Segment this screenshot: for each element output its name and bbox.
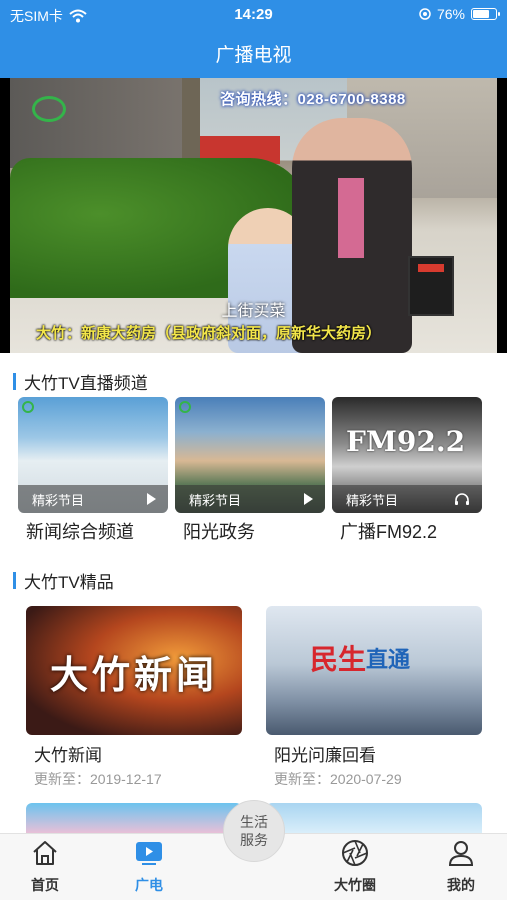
live-section-heading: 大竹TV直播频道: [13, 369, 148, 394]
page-title: 广播电视: [215, 45, 292, 66]
channel-thumbnail: 精彩节目: [18, 397, 168, 513]
rotation-lock-icon: [419, 8, 431, 20]
tab-home[interactable]: 首页: [0, 834, 90, 900]
channel-card-news[interactable]: 精彩节目 新闻综合频道: [18, 397, 168, 544]
channel-name: 阳光政务: [183, 522, 255, 542]
program-title: 阳光问廉回看: [274, 746, 376, 765]
battery-percent: 76%: [436, 6, 465, 22]
battery-icon: [471, 8, 500, 20]
program-card-review[interactable]: 民生 直通 阳光问廉回看 更新至：2020-07-29: [266, 606, 482, 789]
channel-thumbnail: 精彩节目: [175, 397, 325, 513]
program-thumbnail-subtext: 直通: [366, 647, 411, 672]
video-subtitle: 上街买菜: [221, 303, 286, 320]
program-card-partial[interactable]: [26, 803, 242, 833]
life-service-label-line2: 服务: [240, 832, 268, 848]
live-section-title: 大竹TV直播频道: [24, 374, 148, 393]
headphones-icon: [455, 493, 469, 505]
tab-mine[interactable]: 我的: [416, 834, 506, 900]
channel-card-government[interactable]: 精彩节目 阳光政务: [175, 397, 325, 544]
video-ad-caption: 大竹：新康大药房（县政府斜对面，原新华大药房）: [36, 325, 382, 342]
channel-logo-icon: [32, 96, 66, 122]
play-icon: [147, 493, 156, 505]
channel-overlay-label: 精彩节目: [346, 492, 399, 508]
program-card-news[interactable]: 大竹新闻 大竹新闻 更新至：2019-12-17: [26, 606, 242, 789]
play-icon: [304, 493, 313, 505]
tab-label: 首页: [31, 877, 59, 893]
program-thumbnail-text: 大竹新闻: [49, 652, 218, 697]
top-bar: 无SIM卡 14:29 76% 广播电视: [0, 0, 507, 78]
tab-broadcast[interactable]: 广电: [104, 834, 194, 900]
channel-thumbnail: FM92.2 精彩节目: [332, 397, 482, 513]
channel-name: 新闻综合频道: [26, 522, 134, 542]
program-updated: 更新至：2019-12-17: [34, 771, 162, 787]
status-bar: 无SIM卡 14:29 76%: [0, 0, 507, 28]
program-title: 大竹新闻: [34, 746, 102, 765]
program-card-partial[interactable]: [266, 803, 482, 833]
tab-circle[interactable]: 大竹圈: [310, 834, 400, 900]
video-player[interactable]: 咨询热线：028-6700-8388 上街买菜 大竹：新康大药房（县政府斜对面，…: [0, 78, 507, 353]
fm-thumbnail-text: FM92.2: [346, 425, 466, 458]
program-thumbnail: 大竹新闻: [26, 606, 242, 735]
tv-play-icon: [136, 842, 162, 865]
channel-card-fm[interactable]: FM92.2 精彩节目 广播FM92.2: [332, 397, 482, 544]
premium-section-title: 大竹TV精品: [24, 573, 114, 592]
video-hotline-text: 咨询热线：028-6700-8388: [220, 91, 406, 108]
channel-overlay-label: 精彩节目: [32, 492, 85, 508]
aperture-icon: [342, 840, 368, 866]
channel-logo-icon: [22, 401, 34, 413]
tab-label: 我的: [447, 877, 475, 893]
program-updated: 更新至：2020-07-29: [274, 771, 402, 787]
life-service-label-line1: 生活: [240, 814, 268, 830]
channel-name: 广播FM92.2: [340, 522, 438, 542]
user-icon: [448, 841, 474, 866]
program-thumbnail-text: 民生: [310, 643, 367, 676]
tab-label: 大竹圈: [334, 877, 376, 893]
home-icon: [33, 841, 57, 865]
channel-logo-icon: [179, 401, 191, 413]
premium-section-heading: 大竹TV精品: [13, 568, 114, 593]
life-service-button[interactable]: 生活 服务: [223, 800, 285, 862]
channel-overlay-label: 精彩节目: [189, 492, 242, 508]
app-screen: 无SIM卡 14:29 76% 广播电视 咨询热线：028-6700-8388 …: [0, 0, 507, 900]
tab-label: 广电: [135, 877, 163, 893]
program-thumbnail: 民生 直通: [266, 606, 482, 735]
